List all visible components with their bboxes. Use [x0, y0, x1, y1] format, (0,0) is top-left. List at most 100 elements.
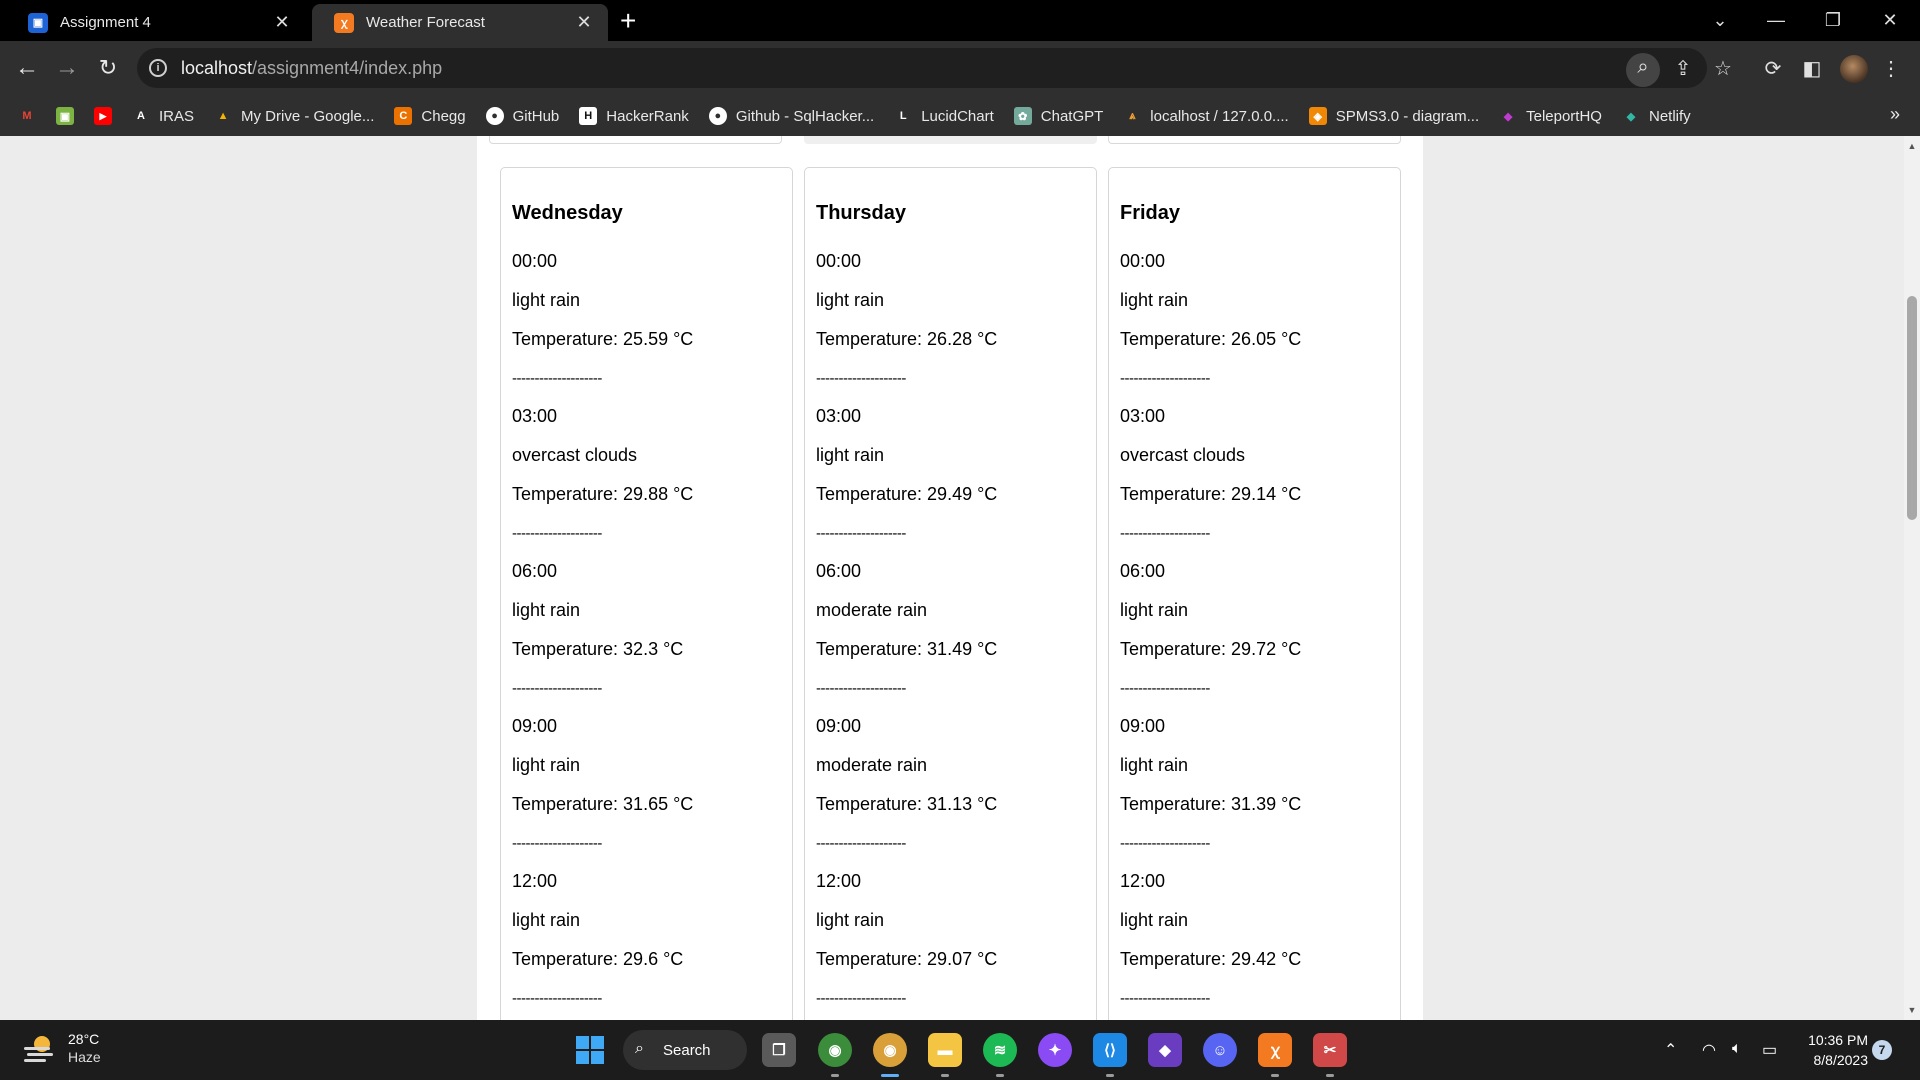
- bookmark-label: IRAS: [159, 107, 195, 125]
- tab-weather-forecast[interactable]: ꭓ Weather Forecast ✕: [312, 4, 608, 41]
- url-path: /assignment4/index.php: [252, 57, 443, 78]
- running-indicator: [831, 1074, 839, 1077]
- xampp-icon[interactable]: ꭓ: [1258, 1033, 1292, 1077]
- forward-button[interactable]: →: [50, 53, 84, 83]
- volume-icon[interactable]: 🔈︎: [1732, 1040, 1742, 1058]
- github-icon: ●: [485, 107, 504, 125]
- scrollbar-thumb[interactable]: [1907, 296, 1917, 520]
- site-info-icon[interactable]: i: [149, 59, 167, 77]
- bookmark-star-icon[interactable]: ☆: [1708, 56, 1738, 81]
- teleporthq-icon: ◆: [1503, 110, 1513, 123]
- bookmark-teleporthq[interactable]: ◆ TeleportHQ: [1499, 107, 1602, 125]
- bookmark-my-drive[interactable]: ▲ My Drive - Google...: [214, 107, 375, 125]
- page-scrollbar[interactable]: ▲ ▼: [1904, 136, 1920, 1020]
- scroll-down-icon[interactable]: ▼: [1904, 1002, 1920, 1018]
- chrome-icon[interactable]: ◉: [818, 1033, 852, 1077]
- day-title: Friday: [1120, 202, 1181, 224]
- tab-search-icon[interactable]: ⌄: [1700, 6, 1740, 34]
- avatar[interactable]: [1840, 55, 1868, 83]
- spotify-icon[interactable]: ≋: [983, 1033, 1017, 1077]
- vscode-icon[interactable]: ⟨⟩: [1093, 1033, 1127, 1077]
- show-hidden-icons-chevron-icon[interactable]: ⌃: [1664, 1040, 1677, 1060]
- slot-time: 03:00: [1120, 406, 1166, 426]
- extensions-icon[interactable]: ⟳: [1758, 56, 1788, 81]
- bookmark-gmail[interactable]: M: [18, 107, 36, 125]
- bookmark-sheets[interactable]: ▣: [56, 107, 74, 125]
- slot-time: 09:00: [816, 716, 862, 736]
- bookmark-hackerrank[interactable]: H HackerRank: [579, 107, 689, 125]
- xampp-icon: ꭓ: [334, 12, 354, 33]
- reload-button[interactable]: ↻: [91, 53, 125, 83]
- tab-assignment-4[interactable]: ▣ Assignment 4 ✕: [6, 4, 306, 41]
- tab-title: Assignment 4: [60, 14, 151, 31]
- weather-widget[interactable]: 28°C Haze: [22, 1030, 101, 1066]
- day-card-thursday: Thursday 00:00 light rain Temperature: 2…: [804, 167, 1097, 1020]
- new-tab-button[interactable]: +: [620, 6, 636, 36]
- slot-time: 09:00: [1120, 716, 1166, 736]
- back-button[interactable]: ←: [10, 53, 44, 83]
- lucidchart-icon: L: [899, 110, 907, 122]
- close-window-button[interactable]: ✕: [1870, 6, 1910, 34]
- bookmark-chatgpt[interactable]: ✿ ChatGPT: [1013, 107, 1103, 125]
- bookmark-github-sqlhacker[interactable]: ● Github - SqlHacker...: [708, 107, 874, 125]
- task-view-icon[interactable]: ❐: [762, 1033, 796, 1067]
- menu-icon[interactable]: ⋮: [1876, 56, 1906, 81]
- phpmyadmin-icon: ⩓: [1129, 109, 1136, 122]
- slot-separator: --------------------: [816, 835, 906, 852]
- windows-logo-pane: [576, 1051, 589, 1064]
- wifi-icon[interactable]: ◠: [1702, 1040, 1716, 1060]
- bookmark-lucidchart[interactable]: L LucidChart: [894, 107, 994, 125]
- file-explorer-icon[interactable]: ▬: [928, 1033, 962, 1077]
- notification-badge[interactable]: 7: [1872, 1040, 1892, 1060]
- more-bookmarks-icon[interactable]: »: [1890, 104, 1900, 125]
- haze-weather-icon: [22, 1034, 56, 1062]
- slot-separator: --------------------: [512, 370, 602, 387]
- active-indicator: [881, 1074, 899, 1077]
- bookmark-localhost-phpmyadmin[interactable]: ⩓ localhost / 127.0.0....: [1123, 107, 1289, 125]
- snipping-tool-icon[interactable]: ✂: [1313, 1033, 1347, 1077]
- slot-separator: --------------------: [1120, 525, 1210, 542]
- battery-icon[interactable]: ▭: [1762, 1040, 1777, 1060]
- bookmark-label: SPMS3.0 - diagram...: [1335, 107, 1480, 125]
- slot-separator: --------------------: [512, 525, 602, 542]
- system-clock[interactable]: 10:36 PM 8/8/2023: [1800, 1030, 1868, 1070]
- slot-separator: --------------------: [1120, 680, 1210, 697]
- bookmark-spms-diagram[interactable]: ◈ SPMS3.0 - diagram...: [1308, 107, 1480, 125]
- slot-temperature: Temperature: 26.05 °C: [1120, 329, 1302, 349]
- bookmark-label: localhost / 127.0.0....: [1150, 107, 1289, 125]
- visual-studio-icon[interactable]: ◆: [1148, 1033, 1182, 1067]
- taskbar-search[interactable]: ⌕ Search: [623, 1030, 747, 1070]
- slot-separator: --------------------: [1120, 990, 1210, 1007]
- messenger-icon[interactable]: ✦: [1038, 1033, 1072, 1067]
- running-indicator: [1106, 1074, 1114, 1077]
- chrome-profile-icon[interactable]: ◉: [873, 1033, 907, 1077]
- bookmark-label: TeleportHQ: [1526, 107, 1602, 125]
- bookmark-youtube[interactable]: ▶: [94, 107, 112, 125]
- minimize-button[interactable]: —: [1756, 6, 1796, 34]
- close-icon[interactable]: ✕: [272, 12, 292, 33]
- discord-icon[interactable]: ☺: [1203, 1033, 1237, 1067]
- slot-description: light rain: [1120, 600, 1189, 620]
- slot-time: 12:00: [816, 871, 862, 891]
- share-icon[interactable]: ⇪: [1668, 56, 1698, 81]
- slot-time: 03:00: [512, 406, 558, 426]
- running-indicator: [941, 1074, 949, 1077]
- slot-description: light rain: [816, 910, 885, 930]
- scroll-up-icon[interactable]: ▲: [1904, 138, 1920, 154]
- restore-button[interactable]: ❐: [1813, 6, 1853, 34]
- bookmark-iras[interactable]: A IRAS: [132, 107, 194, 125]
- slot-temperature: Temperature: 31.49 °C: [816, 639, 998, 659]
- start-button[interactable]: [576, 1036, 604, 1064]
- address-bar[interactable]: i localhost /assignment4/index.php: [137, 48, 1707, 88]
- bookmark-label: Chegg: [421, 107, 466, 125]
- side-panel-icon[interactable]: ◧: [1797, 56, 1827, 81]
- zoom-icon: ⌕: [1637, 56, 1649, 78]
- bookmark-chegg[interactable]: C Chegg: [394, 107, 466, 125]
- slot-temperature: Temperature: 29.14 °C: [1120, 484, 1302, 504]
- bookmark-github[interactable]: ● GitHub: [485, 107, 559, 125]
- bookmark-netlify[interactable]: ◆ Netlify: [1622, 107, 1691, 125]
- close-icon[interactable]: ✕: [574, 12, 594, 33]
- slot-time: 06:00: [816, 561, 862, 581]
- slot-temperature: Temperature: 29.88 °C: [512, 484, 694, 504]
- previous-card-bottom: [804, 136, 1097, 144]
